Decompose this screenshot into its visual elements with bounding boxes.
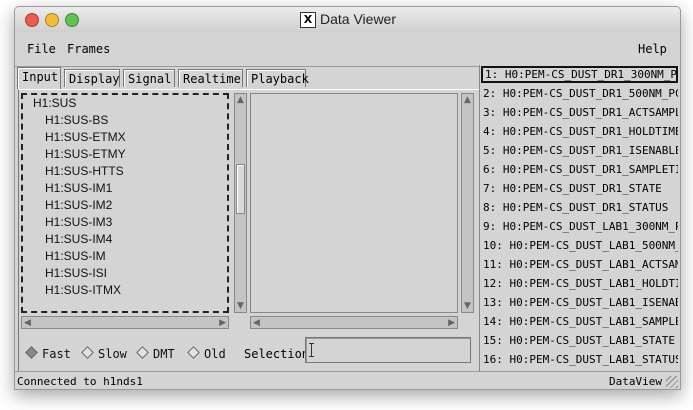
menu-help[interactable]: Help (638, 42, 667, 56)
middle-list-horizontal-scrollbar[interactable]: ◀ ▶ (250, 316, 458, 329)
channel-item[interactable]: 10: H0:PEM-CS_DUST_LAB1_500NM_PC (481, 237, 678, 254)
channel-item[interactable]: 8: H0:PEM-CS_DUST_DR1_STATUS (481, 199, 678, 216)
scroll-right-arrow-icon[interactable]: ▶ (448, 318, 455, 328)
scroll-left-arrow-icon[interactable]: ◀ (24, 318, 31, 328)
scroll-up-arrow-icon[interactable]: ▲ (464, 95, 471, 105)
list-item[interactable]: H1:SUS-ETMY (45, 147, 126, 161)
list-item[interactable]: H1:SUS-IM2 (45, 198, 112, 212)
x11-icon: X (300, 12, 316, 28)
channel-item[interactable]: 5: H0:PEM-CS_DUST_DR1_ISENABLED (481, 142, 678, 159)
zoom-button[interactable] (65, 13, 79, 27)
channel-item[interactable]: 2: H0:PEM-CS_DUST_DR1_500NM_PCF (481, 85, 678, 102)
tab-playback[interactable]: Playback (246, 69, 309, 87)
scroll-thumb[interactable] (236, 164, 245, 214)
list-item[interactable]: H1:SUS-HTTS (45, 164, 124, 178)
radio-diamond-icon (136, 346, 149, 359)
text-cursor-icon (309, 343, 314, 357)
menu-file[interactable]: File (27, 42, 56, 56)
menu-frames[interactable]: Frames (67, 42, 110, 56)
list-item[interactable]: H1:SUS-ISI (45, 266, 107, 280)
channel-item[interactable]: 9: H0:PEM-CS_DUST_LAB1_300NM_PCF (481, 218, 678, 235)
minimize-button[interactable] (45, 13, 59, 27)
radio-fast[interactable]: Fast (25, 346, 71, 361)
title-bar: X Data Viewer (15, 7, 680, 33)
channel-item[interactable]: 16: H0:PEM-CS_DUST_LAB1_STATUS (481, 351, 678, 368)
status-bar: Connected to h1nds1 DataView (15, 371, 680, 389)
channel-item[interactable]: 12: H0:PEM-CS_DUST_LAB1_HOLDTIME (481, 275, 678, 292)
list-item[interactable]: H1:SUS-IM4 (45, 232, 112, 246)
scroll-left-arrow-icon[interactable]: ◀ (253, 318, 260, 328)
list-item[interactable]: H1:SUS-BS (45, 113, 108, 127)
data-viewer-window: X Data Viewer File Frames Help Input Dis… (14, 6, 681, 390)
scroll-down-arrow-icon[interactable]: ▼ (464, 301, 471, 311)
scroll-right-arrow-icon[interactable]: ▶ (219, 318, 226, 328)
selection-input[interactable] (305, 337, 471, 363)
channel-item[interactable]: 13: H0:PEM-CS_DUST_LAB1_ISENABLE (481, 294, 678, 311)
radio-diamond-icon (81, 346, 94, 359)
scroll-down-arrow-icon[interactable]: ▼ (237, 301, 244, 311)
tab-display[interactable]: Display (64, 69, 120, 87)
channel-item[interactable]: 6: H0:PEM-CS_DUST_DR1_SAMPLETIME (481, 161, 678, 178)
channel-item[interactable]: 14: H0:PEM-CS_DUST_LAB1_SAMPLETI (481, 313, 678, 330)
left-list-vertical-scrollbar[interactable]: ▲ ▼ (234, 93, 247, 313)
list-item[interactable]: H1:SUS-ITMX (45, 283, 121, 297)
channel-item[interactable]: 4: H0:PEM-CS_DUST_DR1_HOLDTIMEMO (481, 123, 678, 140)
list-item[interactable]: H1:SUS-IM (45, 249, 106, 263)
channel-item[interactable]: 11: H0:PEM-CS_DUST_LAB1_ACTSAMPL (481, 256, 678, 273)
radio-dmt[interactable]: DMT (136, 346, 175, 361)
resize-grip-icon[interactable] (666, 376, 678, 388)
channel-item[interactable]: 1: H0:PEM-CS_DUST_DR1_300NM_PCF (481, 66, 678, 83)
radio-diamond-icon (187, 346, 200, 359)
list-item[interactable]: H1:SUS-IM1 (45, 181, 112, 195)
channel-list[interactable]: 1: H0:PEM-CS_DUST_DR1_300NM_PCF 2: H0:PE… (479, 65, 680, 370)
list-item[interactable]: H1:SUS-IM3 (45, 215, 112, 229)
tab-input[interactable]: Input (17, 67, 61, 89)
radio-diamond-icon (25, 346, 38, 359)
connection-status: Connected to h1nds1 (17, 375, 143, 388)
middle-list-vertical-scrollbar[interactable]: ▲ ▼ (461, 93, 474, 313)
tab-signal[interactable]: Signal (123, 69, 175, 87)
channel-subgroup-list[interactable] (250, 93, 458, 313)
channel-item[interactable]: 15: H0:PEM-CS_DUST_LAB1_STATE (481, 332, 678, 349)
close-button[interactable] (25, 13, 39, 27)
server-site-list[interactable]: H1:SUS H1:SUS-BS H1:SUS-ETMX H1:SUS-ETMY… (21, 93, 229, 313)
left-list-horizontal-scrollbar[interactable]: ◀ ▶ (21, 316, 229, 329)
tab-realtime[interactable]: Realtime (178, 69, 243, 87)
menu-bar: File Frames Help (15, 32, 680, 67)
channel-item[interactable]: 7: H0:PEM-CS_DUST_DR1_STATE (481, 180, 678, 197)
list-item[interactable]: H1:SUS (33, 96, 76, 110)
tab-bar: Input Display Signal Realtime Playback (15, 67, 485, 89)
selection-label: Selection (244, 347, 310, 361)
window-title: Data Viewer (320, 11, 397, 27)
channel-item[interactable]: 3: H0:PEM-CS_DUST_DR1_ACTSAMPLET (481, 104, 678, 121)
list-item[interactable]: H1:SUS-ETMX (45, 130, 126, 144)
radio-old[interactable]: Old (187, 346, 226, 361)
radio-slow[interactable]: Slow (81, 346, 127, 361)
scroll-up-arrow-icon[interactable]: ▲ (237, 95, 244, 105)
app-name-label: DataView (609, 375, 662, 388)
